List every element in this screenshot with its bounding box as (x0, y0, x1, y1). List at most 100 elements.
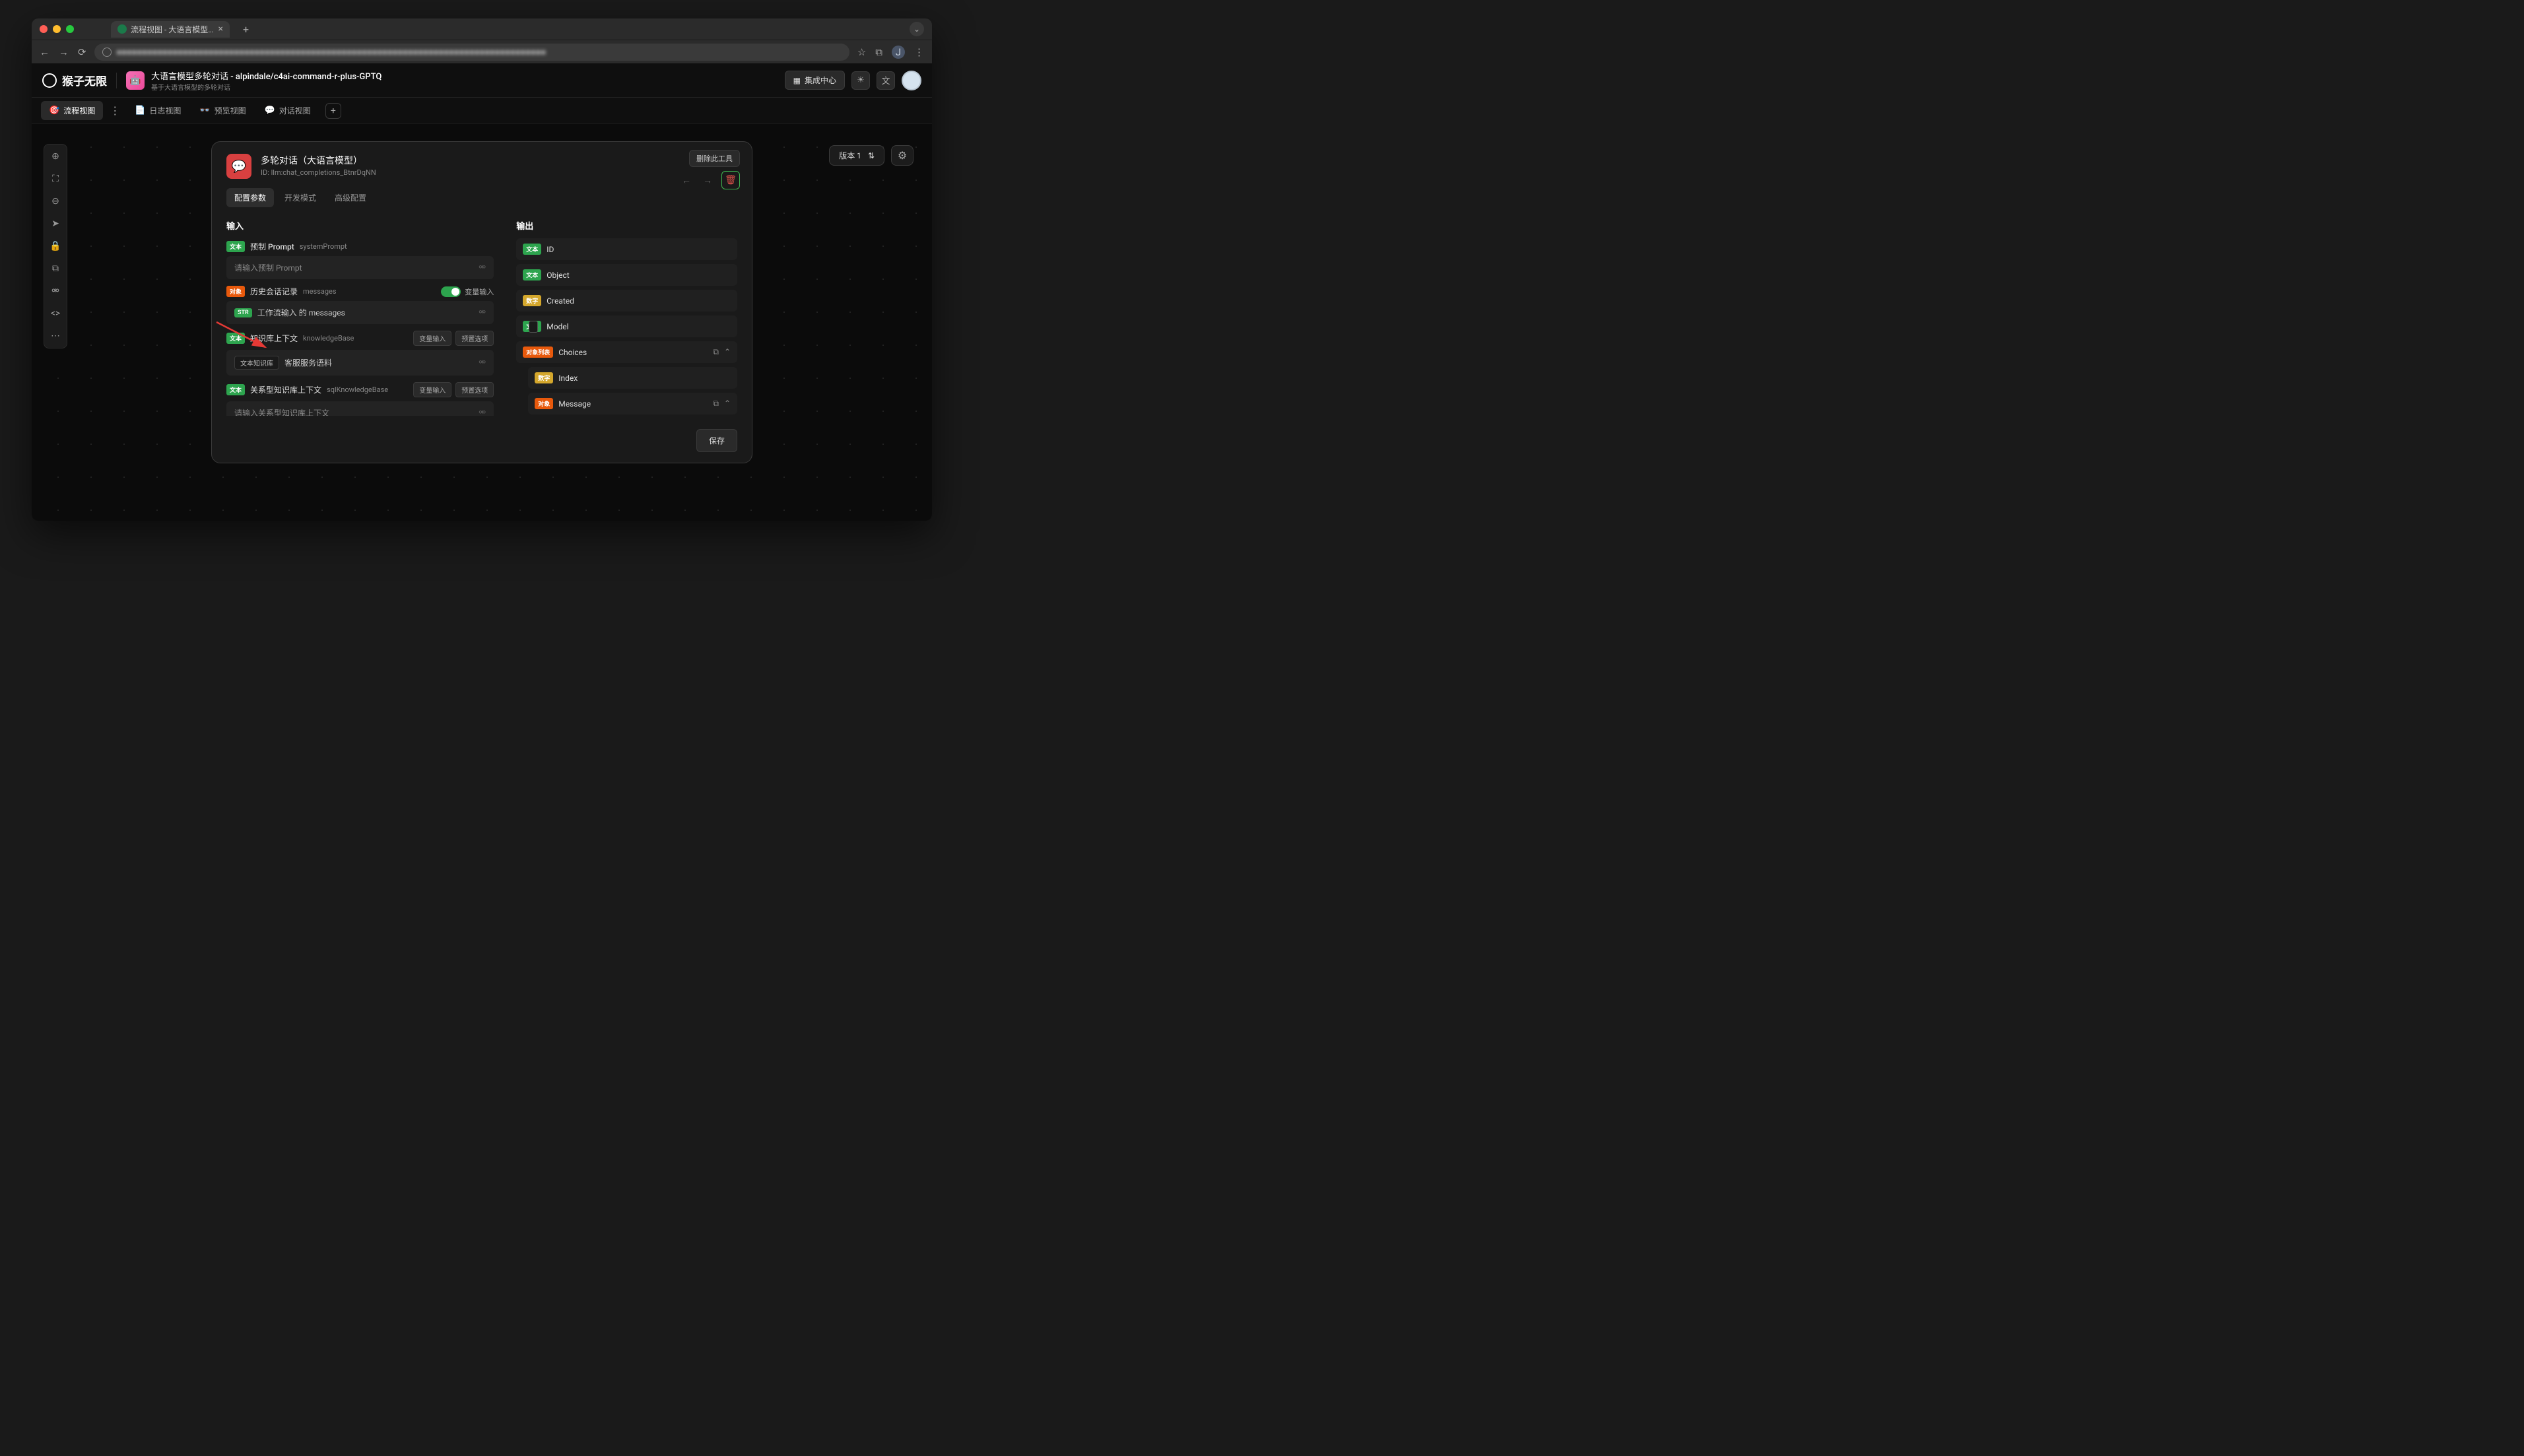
sqlkb-preset-button[interactable]: 预置选项 (455, 382, 494, 397)
field-label: 知识库上下文 (250, 333, 298, 344)
output-object[interactable]: 文本 Object (516, 264, 737, 286)
header-right: ▦ 集成中心 ☀ 文 (785, 71, 921, 90)
lock-icon[interactable]: 🔒 (48, 238, 63, 254)
minimize-window-button[interactable] (53, 25, 61, 33)
output-choices[interactable]: 对象列表 Choices ⧉ ⌃ (516, 341, 737, 363)
copy-icon[interactable]: ⧉ (713, 399, 719, 409)
chevron-up-icon[interactable]: ⌃ (724, 347, 731, 357)
url-text: ■■■■■■■■■■■■■■■■■■■■■■■■■■■■■■■■■■■■■■■■… (117, 48, 547, 57)
tab-preview[interactable]: 👓 预览视图 (191, 101, 253, 120)
translate-button[interactable]: 文 (877, 71, 895, 90)
field-label: 关系型知识库上下文 (250, 384, 321, 395)
config-tabs: 配置参数 开发模式 高级配置 (212, 179, 752, 207)
code-icon[interactable]: <> (48, 306, 63, 321)
site-info-icon[interactable] (102, 48, 112, 57)
star-icon[interactable]: ☆ (857, 46, 866, 58)
address-bar: ← → ⟳ ■■■■■■■■■■■■■■■■■■■■■■■■■■■■■■■■■■… (32, 40, 932, 63)
close-tab-button[interactable]: × (218, 24, 223, 34)
flow-icon: 🎯 (49, 106, 59, 116)
project-title: 大语言模型多轮对话 - alpindale/c4ai-command-r-plu… (151, 69, 382, 82)
prev-node-button[interactable]: ← (679, 174, 694, 187)
brand-logo[interactable]: 猴子无限 (42, 72, 107, 88)
tab-flow[interactable]: 🎯 流程视图 (41, 101, 103, 120)
delete-node-button[interactable]: 🗑 (721, 171, 740, 189)
link-icon[interactable]: ⚮ (48, 283, 63, 299)
output-message[interactable]: 对象 Message ⧉ ⌃ (528, 393, 737, 414)
sql-kb-input[interactable]: 请输入关系型知识库上下文 ⚮ (226, 401, 494, 416)
outputs-heading: 输出 (516, 219, 737, 232)
tab-chat[interactable]: 💬 对话视图 (257, 101, 319, 120)
output-index[interactable]: 数字 Index (528, 367, 737, 389)
maximize-window-button[interactable] (66, 25, 74, 33)
trash-icon: 🗑 (725, 175, 737, 185)
node-panel: 💬 多轮对话（大语言模型） ID: llm:chat_completions_B… (211, 141, 752, 463)
output-created[interactable]: 数字 Created (516, 290, 737, 312)
reload-button[interactable]: ⟳ (78, 46, 86, 58)
tab-log[interactable]: 📄 日志视图 (127, 101, 189, 120)
inputs-column: 输入 文本 预制 Prompt systemPrompt 请输入预制 Promp… (226, 219, 496, 416)
window-controls (40, 25, 74, 33)
canvas[interactable]: ⊕ ⛶ ⊖ ➤ 🔒 ⧉ ⚮ <> ⋯ 版本 1 ⇅ ⚙ 💬 多轮对话（大语言模型… (32, 124, 932, 521)
version-settings-button[interactable]: ⚙ (891, 145, 913, 166)
sqlkb-var-button[interactable]: 变量输入 (413, 382, 451, 397)
window-titlebar: 流程视图 - 大语言模型多轮对话 × + ⌄ (32, 18, 932, 40)
type-badge-text: 文本 (523, 269, 541, 281)
config-tab-advanced[interactable]: 高级配置 (327, 188, 374, 207)
delete-tool-button[interactable]: 删除此工具 (689, 150, 740, 167)
tabs-dropdown-button[interactable]: ⌄ (910, 22, 924, 36)
next-node-button[interactable]: → (700, 174, 715, 187)
theme-toggle-button[interactable]: ☀ (851, 71, 870, 90)
field-messages: 对象 历史会话记录 messages 变量输入 (226, 286, 494, 297)
browser-tab[interactable]: 流程视图 - 大语言模型多轮对话 × (111, 21, 230, 38)
output-id[interactable]: 文本 ID (516, 238, 737, 260)
save-button[interactable]: 保存 (696, 429, 737, 452)
zoom-in-icon[interactable]: ⊕ (48, 149, 63, 164)
back-button[interactable]: ← (40, 46, 50, 58)
field-key: systemPrompt (300, 242, 347, 251)
link-icon[interactable]: ⚮ (479, 308, 486, 317)
fit-view-icon[interactable]: ⛶ (48, 171, 63, 187)
node-port-icon[interactable] (529, 321, 538, 333)
kb-preset-button[interactable]: 预置选项 (455, 331, 494, 346)
link-icon[interactable]: ⚮ (479, 358, 486, 368)
version-dropdown[interactable]: 版本 1 ⇅ (829, 145, 884, 166)
close-window-button[interactable] (40, 25, 48, 33)
type-badge-obj: 对象 (226, 286, 245, 297)
extensions-icon[interactable]: ⧉ (875, 46, 882, 58)
input-placeholder: 请输入关系型知识库上下文 (234, 407, 329, 416)
system-prompt-input[interactable]: 请输入预制 Prompt ⚮ (226, 256, 494, 279)
tab-flow-menu[interactable]: ⋮ (106, 104, 124, 117)
config-tab-dev[interactable]: 开发模式 (277, 188, 324, 207)
messages-value-box[interactable]: STR 工作流输入 的 messages ⚮ (226, 301, 494, 324)
output-model[interactable]: 文本 Model (516, 315, 737, 337)
kb-var-button[interactable]: 变量输入 (413, 331, 451, 346)
bookmark-icon[interactable]: ⧉ (48, 261, 63, 277)
chevron-up-icon[interactable]: ⌃ (724, 399, 731, 409)
type-badge-num: 数字 (523, 295, 541, 306)
project-block[interactable]: 🤖 大语言模型多轮对话 - alpindale/c4ai-command-r-p… (126, 69, 382, 92)
link-icon[interactable]: ⚮ (479, 408, 486, 416)
profile-button[interactable]: J (892, 46, 905, 59)
user-avatar[interactable] (902, 71, 921, 90)
input-placeholder: 请输入预制 Prompt (234, 262, 302, 273)
copy-icon[interactable]: ⧉ (713, 347, 719, 357)
kebab-menu-icon[interactable]: ⋮ (914, 46, 924, 58)
zoom-out-icon[interactable]: ⊖ (48, 193, 63, 209)
type-badge-text: 文本 (226, 333, 245, 344)
field-key: messages (303, 287, 337, 296)
url-field[interactable]: ■■■■■■■■■■■■■■■■■■■■■■■■■■■■■■■■■■■■■■■■… (94, 44, 849, 61)
config-tab-params[interactable]: 配置参数 (226, 188, 274, 207)
messages-var-toggle[interactable] (441, 286, 461, 297)
preview-icon: 👓 (199, 106, 210, 116)
hub-button[interactable]: ▦ 集成中心 (785, 71, 845, 90)
forward-button[interactable]: → (59, 46, 69, 58)
tab-title: 流程视图 - 大语言模型多轮对话 (131, 24, 215, 35)
more-tools-icon[interactable]: ⋯ (48, 328, 63, 344)
output-label: Created (547, 296, 574, 306)
new-tab-button[interactable]: + (243, 23, 249, 36)
knowledge-base-input[interactable]: 文本知识库 客服服务语料 ⚮ (226, 350, 494, 376)
add-view-button[interactable]: + (325, 103, 341, 119)
logo-icon (42, 73, 57, 88)
pointer-icon[interactable]: ➤ (48, 216, 63, 232)
link-icon[interactable]: ⚮ (479, 263, 486, 273)
